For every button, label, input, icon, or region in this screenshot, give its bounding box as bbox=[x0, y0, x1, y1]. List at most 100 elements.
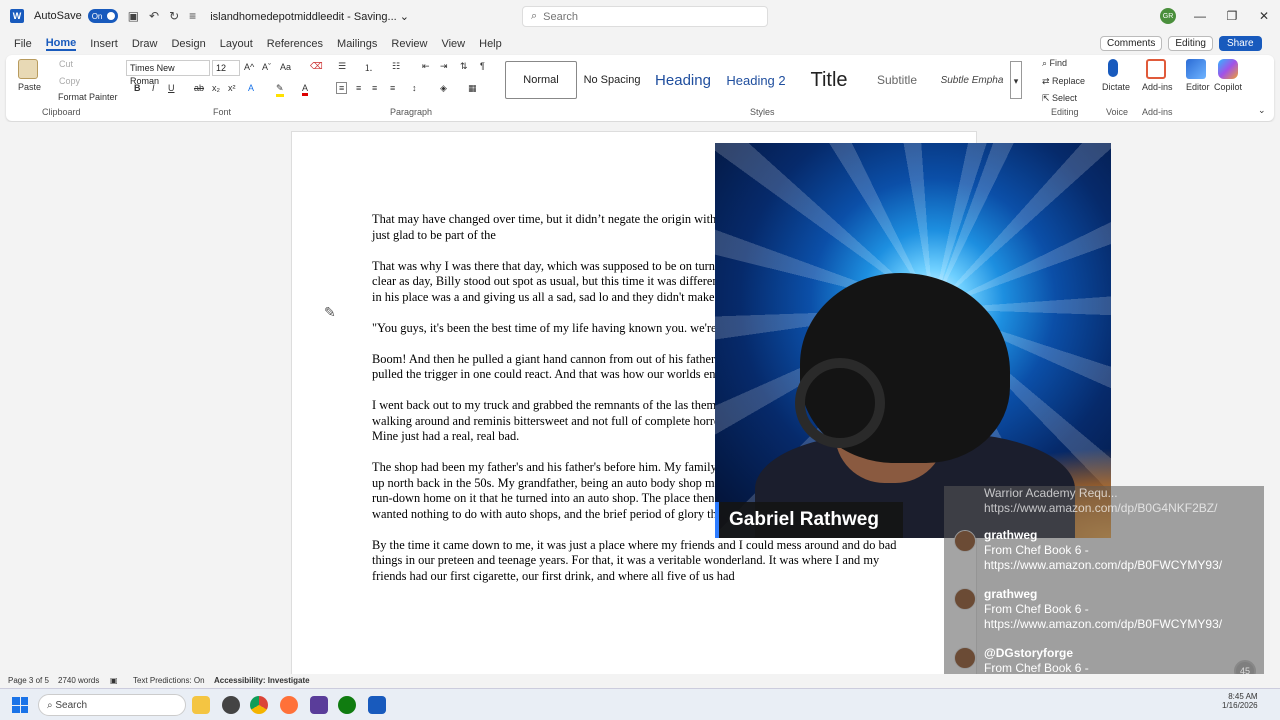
shading-icon[interactable]: ◈ bbox=[440, 83, 447, 94]
underline-icon[interactable]: U bbox=[168, 83, 175, 93]
increase-indent-icon[interactable]: ⇥ bbox=[440, 61, 448, 72]
superscript-icon[interactable]: x² bbox=[228, 83, 236, 93]
sort-icon[interactable]: ⇅ bbox=[460, 61, 468, 72]
font-name-dropdown[interactable]: Times New Roman bbox=[126, 60, 210, 86]
font-color-icon[interactable]: A bbox=[302, 83, 309, 96]
replace-icon: ⇄ bbox=[1042, 76, 1053, 86]
taskbar-search[interactable]: ⌕ Search bbox=[38, 694, 186, 716]
microphone-icon[interactable] bbox=[1108, 59, 1118, 77]
tab-home[interactable]: Home bbox=[45, 37, 77, 51]
redo-icon[interactable]: ↻ bbox=[169, 9, 179, 23]
justify-icon[interactable]: ≡ bbox=[390, 83, 395, 93]
tab-design[interactable]: Design bbox=[171, 38, 205, 50]
subscript-icon[interactable]: x₂ bbox=[212, 83, 220, 93]
borders-icon[interactable]: ▦ bbox=[468, 83, 477, 94]
tab-draw[interactable]: Draw bbox=[132, 38, 158, 50]
text-effects-icon[interactable]: A bbox=[248, 83, 254, 93]
chrome-icon[interactable] bbox=[250, 696, 268, 714]
bullets-icon[interactable]: ☰ bbox=[338, 61, 346, 72]
system-clock[interactable]: 8:45 AM 1/16/2026 bbox=[1222, 692, 1258, 710]
styles-more-icon[interactable]: ▾ bbox=[1010, 61, 1022, 99]
obs-icon[interactable] bbox=[310, 696, 328, 714]
undo-icon[interactable]: ↶ bbox=[149, 9, 159, 23]
editing-mode-button[interactable]: Editing bbox=[1168, 35, 1213, 51]
save-icon[interactable]: ▣ bbox=[128, 9, 139, 23]
align-center-icon[interactable]: ≡ bbox=[356, 83, 361, 93]
search-input[interactable] bbox=[543, 10, 744, 23]
style-normal[interactable]: Normal bbox=[505, 61, 577, 99]
tab-view[interactable]: View bbox=[441, 38, 465, 50]
firefox-icon[interactable] bbox=[280, 696, 298, 714]
font-size-dropdown[interactable]: 12 bbox=[212, 60, 240, 76]
status-bar: Page 3 of 5 2740 words ▣ Text Prediction… bbox=[0, 674, 1280, 688]
align-right-icon[interactable]: ≡ bbox=[372, 83, 377, 93]
italic-icon[interactable]: I bbox=[152, 83, 155, 93]
style-subtle-emphasis[interactable]: Subtle Empha bbox=[936, 61, 1008, 99]
share-button[interactable]: Share bbox=[1218, 35, 1262, 51]
copy-button[interactable]: Copy bbox=[59, 76, 80, 86]
tab-insert[interactable]: Insert bbox=[90, 38, 118, 50]
tab-mailings[interactable]: Mailings bbox=[337, 38, 377, 50]
style-title[interactable]: Title bbox=[798, 61, 860, 99]
page-count[interactable]: Page 3 of 5 bbox=[8, 676, 49, 685]
style-subtitle[interactable]: Subtitle bbox=[868, 61, 926, 99]
restore-icon[interactable]: ❐ bbox=[1216, 0, 1248, 32]
editor-icon[interactable] bbox=[1186, 59, 1206, 79]
comments-button[interactable]: Comments bbox=[1100, 35, 1163, 51]
word-count[interactable]: 2740 words bbox=[58, 676, 99, 685]
windows-start-icon[interactable] bbox=[12, 697, 28, 713]
decrease-indent-icon[interactable]: ⇤ bbox=[422, 61, 430, 72]
replace-button[interactable]: ⇄ Replace bbox=[1042, 76, 1085, 87]
change-case-icon[interactable]: Aa bbox=[280, 62, 291, 72]
accessibility-status[interactable]: Accessibility: Investigate bbox=[214, 676, 310, 685]
grow-font-icon[interactable]: A^ bbox=[244, 62, 254, 72]
word-taskbar-icon[interactable] bbox=[368, 696, 386, 714]
align-left-icon[interactable]: ≡ bbox=[336, 82, 348, 94]
tab-layout[interactable]: Layout bbox=[220, 38, 253, 50]
text-predictions[interactable]: Text Predictions: On bbox=[133, 676, 205, 685]
line-spacing-icon[interactable]: ↕ bbox=[412, 83, 417, 93]
tab-references[interactable]: References bbox=[267, 38, 323, 50]
find-button[interactable]: ⌕ Find bbox=[1042, 58, 1067, 69]
chatgpt-icon[interactable] bbox=[222, 696, 240, 714]
style-heading[interactable]: Heading bbox=[648, 61, 718, 99]
format-painter-button[interactable]: Format Painter bbox=[58, 92, 118, 102]
highlight-icon[interactable]: ✎ bbox=[276, 83, 284, 97]
search-box[interactable]: ⌕ bbox=[522, 6, 768, 27]
xbox-icon[interactable] bbox=[338, 696, 356, 714]
paste-button[interactable]: Paste bbox=[18, 82, 41, 92]
style-no-spacing[interactable]: No Spacing bbox=[581, 61, 643, 99]
strikethrough-icon[interactable]: ab bbox=[194, 83, 204, 93]
tab-help[interactable]: Help bbox=[479, 38, 502, 50]
autosave-label: AutoSave bbox=[34, 10, 82, 22]
show-formatting-icon[interactable]: ¶ bbox=[480, 61, 485, 71]
multilevel-list-icon[interactable]: ☷ bbox=[392, 61, 400, 72]
close-icon[interactable]: ✕ bbox=[1248, 0, 1280, 32]
file-explorer-icon[interactable] bbox=[192, 696, 210, 714]
copilot-button[interactable]: Copilot bbox=[1214, 82, 1242, 92]
collapse-ribbon-icon[interactable]: ⌄ bbox=[1258, 105, 1266, 116]
addins-button[interactable]: Add-ins bbox=[1142, 82, 1173, 92]
numbering-icon[interactable]: ⒈ bbox=[364, 61, 373, 74]
edit-pen-icon[interactable]: ✎ bbox=[324, 304, 336, 321]
tab-review[interactable]: Review bbox=[391, 38, 427, 50]
bold-icon[interactable]: B bbox=[134, 83, 141, 93]
select-button[interactable]: ⇱ Select bbox=[1042, 93, 1077, 104]
addins-icon[interactable] bbox=[1146, 59, 1166, 79]
tab-file[interactable]: File bbox=[14, 38, 32, 50]
proofing-icon[interactable]: ▣ bbox=[110, 676, 118, 685]
editor-button[interactable]: Editor bbox=[1186, 82, 1210, 92]
dictate-button[interactable]: Dictate bbox=[1102, 82, 1130, 92]
clear-formatting-icon[interactable]: ⌫ bbox=[310, 61, 323, 72]
paste-icon[interactable] bbox=[18, 59, 38, 79]
shrink-font-icon[interactable]: Aˇ bbox=[262, 62, 271, 72]
copilot-icon[interactable] bbox=[1218, 59, 1238, 79]
avatar[interactable]: GR bbox=[1160, 8, 1176, 24]
document-filename[interactable]: islandhomedepotmiddleedit - Saving... ⌄ bbox=[210, 10, 409, 23]
cut-button[interactable]: Cut bbox=[59, 59, 73, 69]
autosave-toggle[interactable]: On bbox=[87, 9, 118, 23]
paragraph[interactable]: By the time it came down to me, it was j… bbox=[372, 538, 902, 585]
minimize-icon[interactable]: — bbox=[1184, 0, 1216, 32]
customize-toolbar-icon[interactable]: ≡ bbox=[189, 9, 196, 23]
style-heading-2[interactable]: Heading 2 bbox=[722, 61, 790, 99]
